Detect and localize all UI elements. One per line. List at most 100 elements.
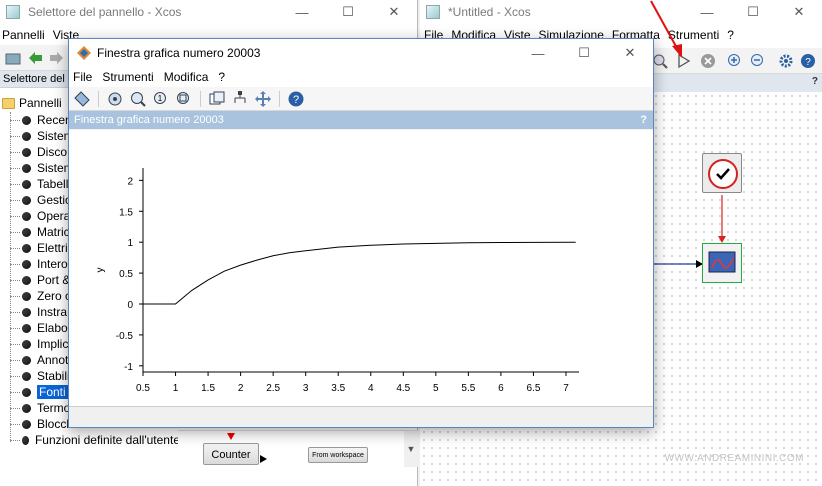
pan-icon[interactable] [254, 90, 272, 108]
palette-bullet-icon [22, 355, 31, 365]
datatip-icon[interactable] [73, 90, 91, 108]
menu-strumenti[interactable]: Strumenti [102, 70, 153, 84]
tree-item-label: Termo [37, 401, 71, 415]
counter-block[interactable]: Counter [203, 443, 259, 465]
minimize-button[interactable]: — [279, 0, 325, 24]
menu-pannelli[interactable]: Pannelli [2, 28, 45, 42]
tree-item-label: Fonti [37, 385, 68, 399]
palette-bullet-icon [22, 163, 31, 173]
tree-item-label: Intero [37, 257, 68, 271]
y-tick-label: 0.5 [119, 269, 133, 280]
back-arrow-icon[interactable] [26, 49, 44, 67]
y-tick-label: 1 [127, 238, 133, 249]
x-tick-label: 4 [368, 383, 374, 394]
xcos-app-icon [6, 5, 20, 19]
rotate-3d-icon[interactable] [106, 90, 124, 108]
y-tick-label: 1.5 [119, 207, 133, 218]
svg-text:?: ? [293, 94, 299, 106]
close-button[interactable]: ✕ [371, 0, 417, 24]
x-tick-label: 0.5 [136, 383, 150, 394]
help-icon[interactable]: ? [287, 90, 305, 108]
tree-item-label: Funzioni definite dall'utente [34, 433, 180, 447]
graphic-menubar: File Strumenti Modifica ? [69, 67, 653, 87]
tree-item-label: Annot [37, 353, 69, 367]
zoom-icon[interactable] [129, 90, 147, 108]
palette-window-title: Selettore del pannello - Xcos [28, 5, 182, 19]
palette-block-area: Counter From workspace ▼ [178, 430, 418, 467]
toolbar-separator [98, 90, 99, 107]
tree-item-label: Implici [37, 337, 72, 351]
palette-bullet-icon [22, 403, 31, 413]
y-tick-label: -0.5 [116, 331, 134, 342]
menu-modifica[interactable]: Modifica [164, 70, 209, 84]
x-tick-label: 1 [173, 383, 179, 394]
tree-item-label: Instra [37, 305, 68, 319]
x-tick-label: 2 [238, 383, 244, 394]
toolbar-separator [279, 90, 280, 107]
palette-bullet-icon [22, 387, 31, 397]
tree-item-label: Matric [37, 225, 70, 239]
tree-item-label: Recen [37, 113, 72, 127]
block-area-scrollbar[interactable]: ▼ [404, 431, 418, 467]
from-workspace-block[interactable]: From workspace [308, 447, 368, 463]
zoom-reset-icon[interactable]: 1 [152, 90, 170, 108]
x-tick-label: 3.5 [331, 383, 345, 394]
palette-bullet-icon [22, 291, 31, 301]
x-tick-label: 5 [433, 383, 439, 394]
tree-root-label: Pannelli [19, 96, 62, 110]
menu-help[interactable]: ? [218, 70, 225, 84]
x-tick-label: 6.5 [526, 383, 540, 394]
copy-figure-icon[interactable] [208, 90, 226, 108]
palette-bullet-icon [22, 115, 31, 125]
palette-bullet-icon [22, 195, 31, 205]
palette-bullet-icon [22, 243, 31, 253]
maximize-button[interactable]: ☐ [561, 41, 607, 65]
palette-bullet-icon [22, 259, 31, 269]
palette-bullet-icon [22, 227, 31, 237]
y-tick-label: 0 [127, 300, 133, 311]
palette-titlebar: Selettore del pannello - Xcos — ☐ ✕ [0, 0, 417, 24]
series-line [143, 241, 576, 305]
plot-area[interactable]: 0.5 1 1.5 2 2.5 3 3.5 4 4.5 5 5.5 6 6.5 7 -1 -0.5 0 0.5 1 1… [69, 130, 653, 406]
minimize-button[interactable]: — [515, 41, 561, 65]
folder-icon [2, 97, 15, 109]
palette-bullet-icon [22, 435, 29, 445]
y-tick-label: -1 [124, 362, 133, 373]
tree-item-label: Stabili [37, 369, 70, 383]
output-port-marker [260, 455, 267, 463]
figure-help-glyph[interactable]: ? [640, 111, 647, 129]
tree-item-label: Zero c [37, 289, 72, 303]
figure-band-title: Finestra grafica numero 20003 [74, 114, 224, 126]
menu-file[interactable]: File [73, 70, 92, 84]
figure-header-band: Finestra grafica numero 20003 ? [69, 111, 653, 129]
close-button[interactable]: ✕ [607, 41, 653, 65]
maximize-button[interactable]: ☐ [325, 0, 371, 24]
clock-block[interactable] [702, 153, 742, 193]
palette-bullet-icon [22, 323, 31, 333]
x-tick-label: 3 [303, 383, 309, 394]
tree-guide-line [10, 112, 11, 442]
scope-icon [708, 251, 736, 273]
tree-item[interactable]: Funzioni definite dall'utente [0, 432, 180, 448]
tree-item-label: Elabor [37, 321, 72, 335]
tree-editor-icon[interactable] [231, 90, 249, 108]
tree-item-label: Tabell [37, 177, 69, 191]
graphic-titlebar: Finestra grafica numero 20003 — ☐ ✕ [69, 39, 653, 67]
scope-block[interactable] [702, 243, 742, 283]
palette-bullet-icon [22, 131, 31, 141]
y-axis-label: y [95, 268, 106, 273]
folder-icon[interactable] [4, 49, 22, 67]
zoom-area-icon[interactable] [175, 90, 193, 108]
palette-bullet-icon [22, 275, 31, 285]
palette-bullet-icon [22, 211, 31, 221]
y-tick-label: 2 [127, 176, 133, 187]
forward-arrow-icon[interactable] [48, 49, 66, 67]
svg-text:1: 1 [158, 94, 163, 103]
palette-bullet-icon [22, 339, 31, 349]
tree-item-label: Opera [37, 209, 71, 223]
tree-item-label: Port & [37, 273, 71, 287]
scilab-app-icon [77, 46, 91, 60]
graphic-window: Finestra grafica numero 20003 — ☐ ✕ File… [68, 38, 654, 428]
palette-bullet-icon [22, 307, 31, 317]
tree-item-label: Gestio [37, 193, 72, 207]
